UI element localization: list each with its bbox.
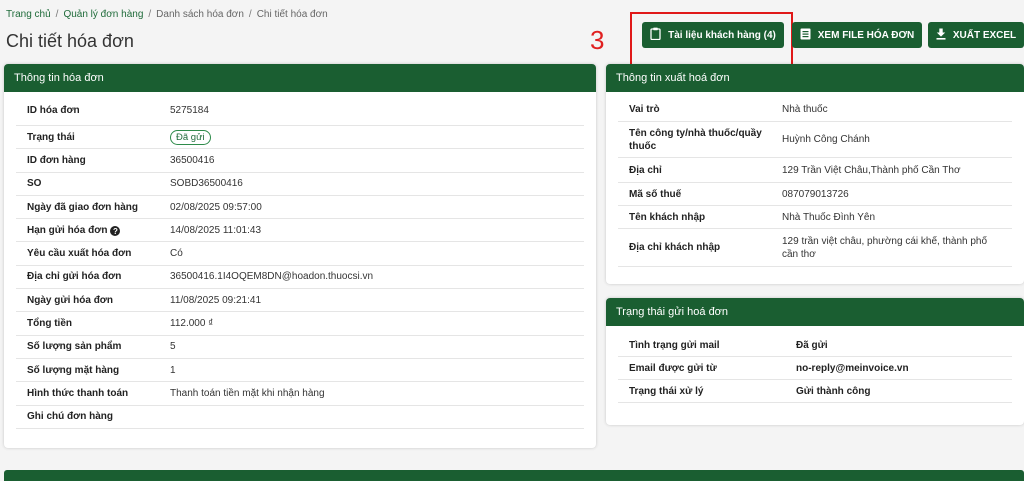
row-label: Trạng thái: [27, 131, 75, 143]
mail-status-value: Đã gửi: [796, 339, 828, 351]
row-label: Ghi chú đơn hàng: [27, 411, 113, 423]
invoice-info-row: Ghi chú đơn hàng: [16, 406, 584, 429]
view-invoice-file-label: XEM FILE HÓA ĐƠN: [817, 29, 915, 41]
send-status-row: Email được gửi từ no-reply@meinvoice.vn: [618, 357, 1012, 380]
row-label: Ngày đã giao đơn hàng: [27, 201, 139, 213]
row-label: Địa chỉ khách nhập: [629, 242, 721, 253]
row-label: Địa chỉ: [629, 164, 662, 176]
view-invoice-file-button[interactable]: XEM FILE HÓA ĐƠN: [792, 22, 922, 48]
issuer-info-card: Thông tin xuất hoá đơn Vai trò Nhà thuốc …: [606, 64, 1024, 284]
invoice-info-row: Địa chỉ gửi hóa đơn 36500416.1I4OQEM8DN@h…: [16, 266, 584, 290]
issuer-info-row: Tên khách nhập Nhà Thuốc Đình Yên: [618, 206, 1012, 229]
invoice-info-row: Trạng thái Đã gửi: [16, 126, 584, 150]
row-label: Mã số thuế: [629, 188, 682, 200]
issuer-info-row: Địa chỉ 129 Trần Việt Châu,Thành phố Cần …: [618, 158, 1012, 183]
invoice-info-row: Hình thức thanh toán Thanh toán tiền mặt …: [16, 382, 584, 406]
invoice-info-row: Ngày đã giao đơn hàng 02/08/2025 09:57:00: [16, 196, 584, 220]
order-id-link[interactable]: 36500416: [170, 155, 215, 166]
company-name-value: Huỳnh Công Chánh: [782, 134, 870, 145]
issuer-info-row: Mã số thuế 087079013726: [618, 183, 1012, 206]
breadcrumb-orders[interactable]: Quản lý đơn hàng: [63, 9, 143, 20]
export-excel-label: XUẤT EXCEL: [952, 29, 1017, 41]
invoice-info-row: Số lượng sản phẩm 5: [16, 336, 584, 359]
customer-documents-button[interactable]: Tài liệu khách hàng (4): [642, 22, 784, 48]
invoice-deadline-value: 14/08/2025 11:01:43: [170, 224, 262, 236]
breadcrumb-home[interactable]: Trang chủ: [6, 9, 51, 20]
document-list-icon: [800, 28, 811, 43]
breadcrumb-separator: /: [148, 9, 152, 20]
row-label: Hạn gửi hóa đơn: [27, 224, 108, 236]
payment-method-value: Thanh toán tiền mặt khi nhận hàng: [170, 387, 325, 399]
breadcrumb-separator: /: [55, 9, 59, 20]
total-amount-value: 112.000 ₫: [170, 318, 214, 330]
issuer-info-row: Tên công ty/nhà thuốc/quầy thuốc Huỳnh Cô…: [618, 122, 1012, 158]
row-label: ID hóa đơn: [27, 105, 80, 116]
page-title: Chi tiết hóa đơn: [6, 31, 134, 51]
row-label: Vai trò: [629, 104, 660, 115]
row-label: Yêu cầu xuất hóa đơn: [27, 248, 132, 260]
customer-name-value: Nhà Thuốc Đình Yên: [782, 211, 876, 223]
row-label: Số lượng mặt hàng: [27, 364, 120, 376]
product-count-value: 5: [170, 341, 176, 353]
invoice-info-card: Thông tin hóa đơn ID hóa đơn 5275184 Trạn…: [4, 64, 596, 448]
invoice-info-row: ID hóa đơn 5275184: [16, 96, 584, 126]
row-label: Tên công ty/nhà thuốc/quầy thuốc: [629, 127, 762, 152]
process-status-value: Gửi thành công: [796, 385, 871, 397]
breadcrumb-invoice-list[interactable]: Danh sách hóa đơn: [156, 9, 244, 20]
item-count-value: 1: [170, 364, 176, 376]
export-excel-button[interactable]: XUẤT EXCEL: [928, 22, 1024, 48]
row-label: Tổng tiền: [27, 318, 72, 330]
invoice-info-row: ID đơn hàng 36500416: [16, 149, 584, 173]
send-status-card: Trạng thái gửi hoá đơn Tình trạng gửi ma…: [606, 298, 1024, 425]
sender-email-value: no-reply@meinvoice.vn: [796, 362, 909, 374]
row-label: Số lượng sản phẩm: [27, 341, 122, 353]
sent-date-value: 11/08/2025 09:21:41: [170, 294, 262, 306]
row-label: SO: [27, 178, 42, 190]
invoice-info-row: SO SOBD36500416: [16, 173, 584, 196]
invoice-info-header: Thông tin hóa đơn: [4, 64, 596, 92]
issuer-info-row: Vai trò Nhà thuốc: [618, 98, 1012, 122]
invoice-info-row: Ngày gửi hóa đơn 11/08/2025 09:21:41: [16, 289, 584, 313]
row-label: Trạng thái xử lý: [629, 385, 704, 397]
customer-documents-label: Tài liệu khách hàng (4): [668, 29, 776, 41]
invoice-info-row: Hạn gửi hóa đơn? 14/08/2025 11:01:43: [16, 219, 584, 243]
role-value: Nhà thuốc: [782, 104, 828, 115]
clipboard-icon: [650, 27, 661, 43]
invoice-info-row: Tổng tiền 112.000 ₫: [16, 312, 584, 336]
row-label: Hình thức thanh toán: [27, 387, 129, 399]
breadcrumb-current: Chi tiết hóa đơn: [256, 9, 328, 20]
send-status-header: Trạng thái gửi hoá đơn: [606, 298, 1024, 326]
help-icon[interactable]: ?: [110, 226, 121, 237]
customer-address-value: 129 trần việt châu, phường cái khế, thàn…: [782, 235, 988, 260]
invoice-email-value: 36500416.1I4OQEM8DN@hoadon.thuocsi.vn: [170, 271, 374, 283]
issuer-info-header: Thông tin xuất hoá đơn: [606, 64, 1024, 92]
invoice-info-row: Yêu cầu xuất hóa đơn Có: [16, 242, 584, 266]
row-label: Địa chỉ gửi hóa đơn: [27, 271, 122, 283]
row-label: Email được gửi từ: [629, 362, 717, 374]
delivery-date-value: 02/08/2025 09:57:00: [170, 201, 262, 213]
download-icon: [936, 28, 946, 43]
row-label: Ngày gửi hóa đơn: [27, 294, 114, 306]
row-label: Tình trạng gửi mail: [629, 339, 720, 351]
breadcrumb-separator: /: [248, 9, 252, 20]
tax-code-value: 087079013726: [782, 188, 849, 200]
status-badge: Đã gửi: [170, 129, 211, 145]
issuer-info-row: Địa chỉ khách nhập 129 trần việt châu, ph…: [618, 229, 1012, 267]
invoice-required-value: Có: [170, 248, 183, 260]
address-value: 129 Trần Việt Châu,Thành phố Cần Thơ: [782, 164, 961, 176]
annotation-step-number: 3: [590, 25, 605, 55]
so-value: SOBD36500416: [170, 178, 243, 190]
breadcrumb: Trang chủ / Quản lý đơn hàng / Danh sách hóa…: [6, 9, 328, 20]
row-label: Tên khách nhập: [629, 211, 706, 223]
send-status-row: Trạng thái xử lý Gửi thành công: [618, 380, 1012, 403]
invoice-id-value: 5275184: [170, 105, 209, 116]
invoice-info-row: Số lượng mặt hàng 1: [16, 359, 584, 383]
row-label: ID đơn hàng: [27, 154, 86, 166]
next-card-header: [4, 470, 1024, 481]
send-status-row: Tình trạng gửi mail Đã gửi: [618, 334, 1012, 357]
